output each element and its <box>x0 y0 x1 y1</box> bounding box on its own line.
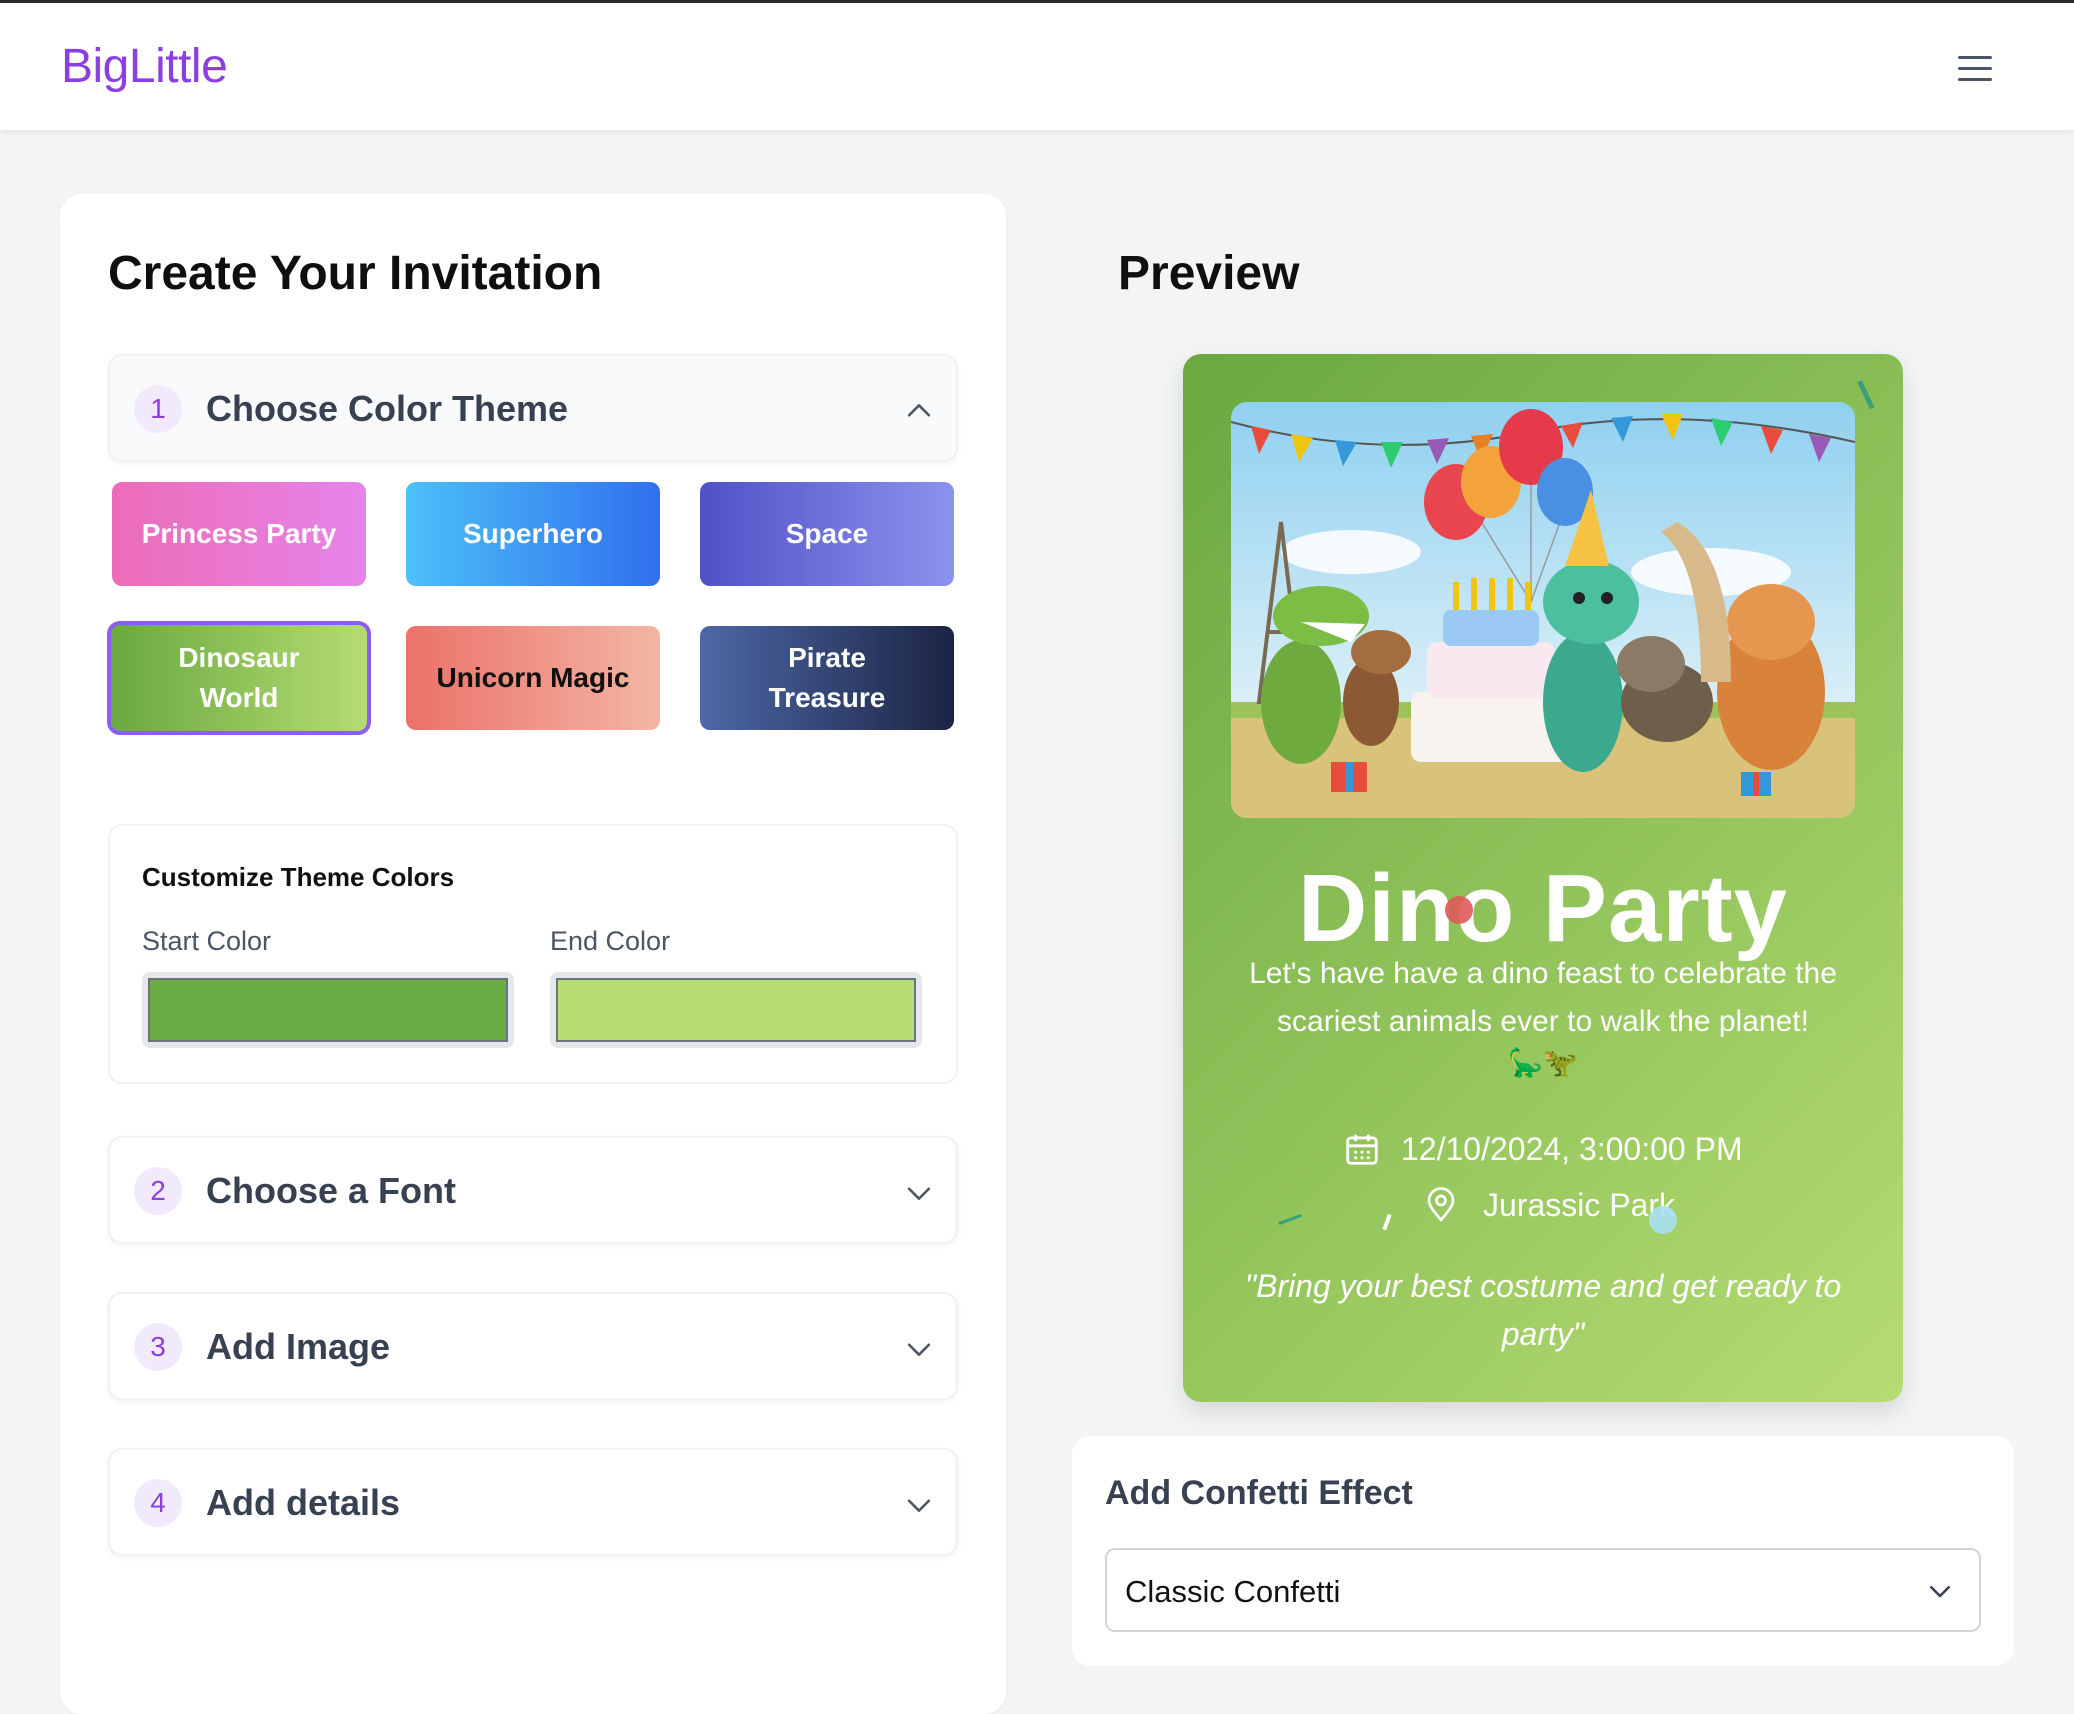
invitation-builder-panel: Create Your Invitation 1 Choose Color Th… <box>60 194 1006 1714</box>
theme-label: Princess Party <box>141 518 337 549</box>
chevron-up-icon <box>907 404 931 417</box>
section-title: Choose Color Theme <box>206 388 569 429</box>
section-title: Add details <box>206 1482 401 1523</box>
confetti-selected-value: Classic Confetti <box>1125 1574 1341 1609</box>
section-image[interactable]: 3 Add Image <box>108 1292 958 1400</box>
section-title: Choose a Font <box>206 1170 456 1211</box>
confetti-effect-panel: Add Confetti Effect Classic Confetti <box>1072 1436 2014 1666</box>
end-color-picker[interactable] <box>550 972 922 1048</box>
theme-dinosaur-world[interactable]: Dinosaur World <box>107 621 371 735</box>
invitation-card: Dino Party Let's have have a dino feast … <box>1183 354 1903 1402</box>
step-number: 4 <box>134 1479 182 1527</box>
chevron-down-icon <box>907 1343 931 1356</box>
brand-logo[interactable]: BigLittle <box>61 39 228 94</box>
theme-space[interactable]: Space <box>700 482 954 586</box>
builder-title: Create Your Invitation <box>108 247 603 300</box>
theme-princess-party[interactable]: Princess Party <box>112 482 366 586</box>
confetti-select[interactable]: Classic Confetti <box>1105 1548 1981 1632</box>
hamburger-menu-icon[interactable] <box>1950 48 2000 88</box>
chevron-down-icon <box>907 1499 931 1512</box>
chevron-down-icon <box>907 1187 931 1200</box>
theme-pirate-treasure[interactable]: Pirate Treasure <box>700 626 954 730</box>
section-title: Add Image <box>206 1326 391 1367</box>
end-color-fill <box>556 978 916 1042</box>
theme-unicorn-magic[interactable]: Unicorn Magic <box>406 626 660 730</box>
theme-label: Superhero <box>462 518 604 549</box>
step-number: 2 <box>134 1167 182 1215</box>
theme-label: Pirate Treasure <box>768 642 886 713</box>
theme-superhero[interactable]: Superhero <box>406 482 660 586</box>
theme-label: Dinosaur World <box>178 642 300 713</box>
preview-title: Preview <box>1118 247 1300 300</box>
end-color-label: End Color <box>550 926 671 956</box>
section-details[interactable]: 4 Add details <box>108 1448 958 1556</box>
theme-label: Space <box>785 518 869 549</box>
navbar: BigLittle <box>0 3 2074 130</box>
theme-label: Unicorn Magic <box>436 662 630 693</box>
section-font[interactable]: 2 Choose a Font <box>108 1136 958 1244</box>
start-color-label: Start Color <box>142 926 272 956</box>
section-color-theme[interactable]: 1 Choose Color Theme <box>108 354 958 462</box>
start-color-fill <box>148 978 508 1042</box>
step-number: 1 <box>134 385 182 433</box>
customize-theme-colors: Customize Theme Colors Start Color End C… <box>108 824 958 1084</box>
chevron-down-icon <box>1930 1586 1950 1598</box>
confetti-title: Add Confetti Effect <box>1105 1474 1413 1512</box>
step-number: 3 <box>134 1323 182 1371</box>
customize-title: Customize Theme Colors <box>142 862 455 892</box>
start-color-picker[interactable] <box>142 972 514 1048</box>
confetti-particles <box>1278 380 1875 1234</box>
